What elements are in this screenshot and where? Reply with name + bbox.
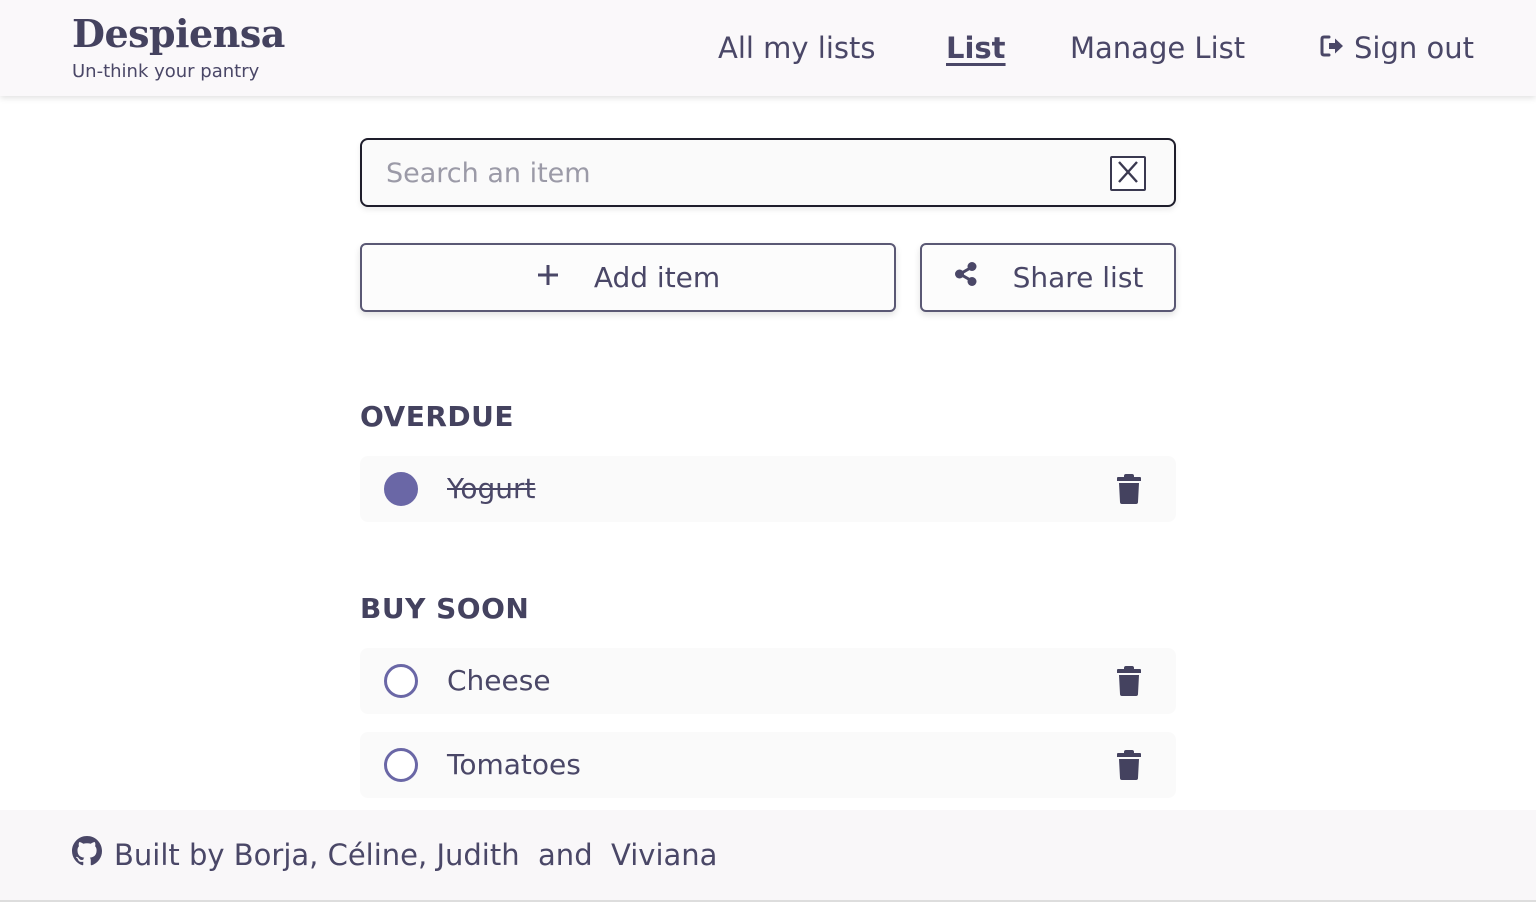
trash-icon[interactable] — [1116, 749, 1142, 781]
item-name: Cheese — [447, 664, 551, 697]
close-icon — [1116, 160, 1140, 188]
sign-out-label: Sign out — [1354, 31, 1474, 65]
item-name: Yogurt — [447, 472, 536, 505]
share-list-button[interactable]: Share list — [920, 243, 1176, 312]
section-title-overdue: OVERDUE — [360, 400, 515, 433]
brand[interactable]: Despiensa Un-think your pantry — [72, 10, 285, 82]
footer-text: Built by Borja, Céline, Judith and Vivia… — [114, 837, 718, 872]
add-item-label: Add item — [593, 261, 721, 294]
sign-out-icon — [1320, 28, 1346, 68]
list-item: Yogurt — [360, 456, 1176, 522]
share-list-label: Share list — [1012, 261, 1144, 294]
sign-out-link[interactable]: Sign out — [1320, 28, 1474, 68]
nav-all-my-lists[interactable]: All my lists — [718, 28, 876, 68]
item-checkbox[interactable] — [384, 664, 418, 698]
item-checkbox[interactable] — [384, 472, 418, 506]
footer: Built by Borja, Céline, Judith and Vivia… — [0, 810, 1536, 902]
list-item: Cheese — [360, 648, 1176, 714]
brand-name[interactable]: Despiensa — [72, 10, 285, 58]
trash-icon[interactable] — [1116, 665, 1142, 697]
nav-list[interactable]: List — [946, 28, 1006, 68]
add-item-button[interactable]: Add item — [360, 243, 896, 312]
search-input[interactable] — [386, 152, 1086, 194]
trash-icon[interactable] — [1116, 473, 1142, 505]
section-title-buy-soon: BUY SOON — [360, 592, 530, 625]
brand-tagline: Un-think your pantry — [72, 61, 260, 82]
github-icon[interactable] — [72, 836, 102, 873]
search-box — [360, 138, 1176, 207]
share-icon — [953, 261, 979, 294]
nav-manage-list[interactable]: Manage List — [1070, 28, 1245, 68]
item-checkbox[interactable] — [384, 748, 418, 782]
item-name: Tomatoes — [447, 748, 581, 781]
clear-search-button[interactable] — [1110, 156, 1146, 191]
footer-credits[interactable]: Built by Borja, Céline, Judith and Vivia… — [72, 836, 717, 873]
app-header: Despiensa Un-think your pantry All my li… — [0, 0, 1536, 96]
plus-icon — [536, 261, 560, 294]
list-item: Tomatoes — [360, 732, 1176, 798]
